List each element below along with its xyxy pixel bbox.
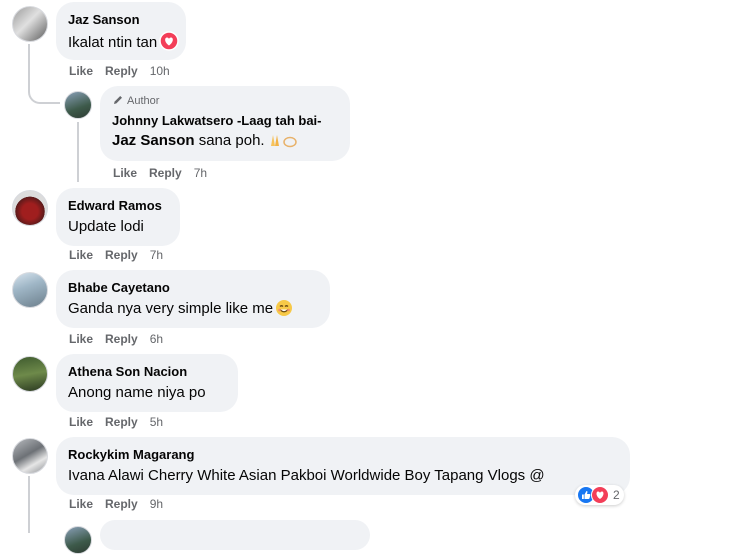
reaction-summary[interactable]: 2	[575, 485, 624, 505]
comment-author-name[interactable]: Edward Ramos	[68, 197, 168, 214]
comment-body: Ganda nya very simple like me	[68, 300, 274, 317]
comment-bubble	[100, 520, 370, 550]
comment-body: sana poh.	[194, 132, 265, 149]
heart-icon	[159, 31, 179, 57]
reaction-count: 2	[613, 488, 620, 502]
reply-button[interactable]: Reply	[105, 64, 138, 78]
avatar[interactable]	[12, 190, 48, 226]
comment-actions: Like Reply 7h	[113, 166, 219, 180]
comment-timestamp[interactable]: 9h	[150, 497, 163, 511]
comment-text: Jaz Sanson sana poh.	[112, 131, 338, 155]
avatar[interactable]	[64, 526, 92, 554]
thread-line	[28, 476, 30, 533]
comment-actions: Like Reply 5h	[69, 415, 175, 429]
comment-timestamp[interactable]: 5h	[150, 415, 163, 429]
avatar[interactable]	[64, 91, 92, 119]
comment-bubble: Rockykim Magarang Ivana Alawi Cherry Whi…	[56, 437, 630, 495]
comment-author-name[interactable]: Bhabe Cayetano	[68, 279, 318, 296]
comment-actions: Like Reply 7h	[69, 248, 175, 262]
comment-timestamp[interactable]: 7h	[150, 248, 163, 262]
comment-timestamp[interactable]: 6h	[150, 332, 163, 346]
like-button[interactable]: Like	[69, 248, 93, 262]
comment-actions: Like Reply 6h	[69, 332, 175, 346]
comment-bubble: Athena Son Nacion Anong name niya po	[56, 354, 238, 412]
reply-button[interactable]: Reply	[105, 248, 138, 262]
comment-author-name[interactable]: Athena Son Nacion	[68, 363, 226, 380]
folded-hands-icon	[267, 133, 299, 155]
thread-connector	[28, 82, 60, 104]
comment-author-name[interactable]: Rockykim Magarang	[68, 446, 618, 463]
comment-author-name[interactable]: Jaz Sanson	[68, 11, 174, 28]
like-button[interactable]: Like	[69, 415, 93, 429]
avatar[interactable]	[12, 356, 48, 392]
author-badge: Author	[112, 94, 338, 108]
mention-link[interactable]: Jaz Sanson	[112, 132, 195, 149]
reply-button[interactable]: Reply	[105, 332, 138, 346]
avatar[interactable]	[12, 272, 48, 308]
comment-actions: Like Reply 9h	[69, 497, 175, 511]
like-button[interactable]: Like	[69, 332, 93, 346]
comment-bubble: Edward Ramos Update lodi	[56, 188, 180, 246]
comment-bubble: Bhabe Cayetano Ganda nya very simple lik…	[56, 270, 330, 328]
comment-actions: Like Reply 10h	[69, 64, 182, 78]
smile-icon	[275, 299, 293, 323]
author-badge-label: Author	[127, 95, 160, 107]
love-icon	[591, 486, 609, 504]
comment-body: Ikalat ntin tan	[68, 34, 158, 51]
comment-bubble: Jaz Sanson Ikalat ntin tan	[56, 2, 186, 60]
avatar[interactable]	[12, 438, 48, 474]
thread-line	[77, 122, 79, 182]
reply-button[interactable]: Reply	[105, 415, 138, 429]
avatar[interactable]	[12, 6, 48, 42]
comment-author-name[interactable]: Johnny Lakwatsero -Laag tah bai-	[112, 112, 338, 129]
reply-button[interactable]: Reply	[149, 166, 182, 180]
pencil-icon	[112, 95, 127, 107]
comment-timestamp[interactable]: 7h	[194, 166, 207, 180]
like-button[interactable]: Like	[69, 497, 93, 511]
comment-text: Ivana Alawi Cherry White Asian Pakboi Wo…	[68, 467, 545, 484]
like-button[interactable]: Like	[113, 166, 137, 180]
comment-timestamp[interactable]: 10h	[150, 64, 170, 78]
comment-text: Ikalat ntin tan	[68, 31, 179, 57]
comment-text: Anong name niya po	[68, 384, 206, 401]
reply-button[interactable]: Reply	[105, 497, 138, 511]
comment-text: Ganda nya very simple like me	[68, 299, 318, 323]
comment-text: Update lodi	[68, 218, 144, 235]
comment-bubble: Author Johnny Lakwatsero -Laag tah bai- …	[100, 86, 350, 161]
like-button[interactable]: Like	[69, 64, 93, 78]
